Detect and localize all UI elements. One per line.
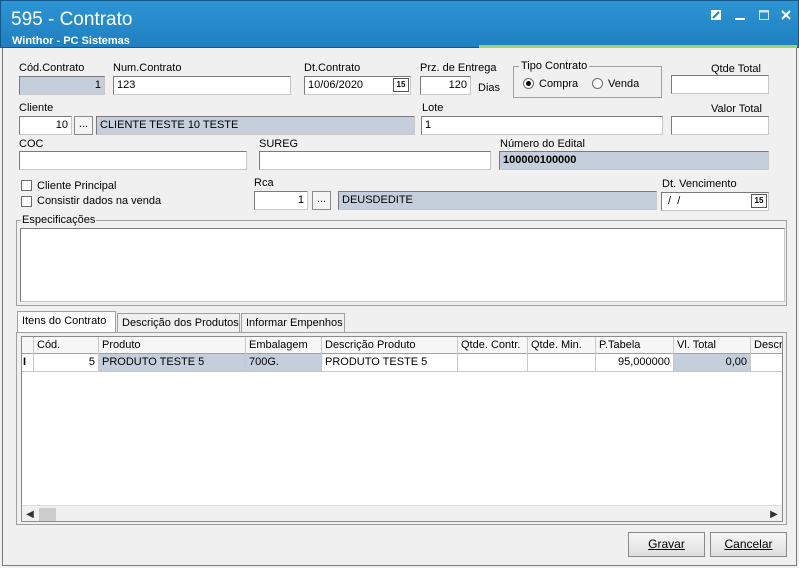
radio-venda-label[interactable]: Venda — [608, 78, 639, 90]
cell-descricao-produto[interactable]: PRODUTO TESTE 5 — [322, 354, 458, 372]
calendar-icon-vencimento[interactable]: 15 — [751, 194, 767, 208]
dt-contrato-value: 10/06/2020 — [308, 79, 364, 91]
col-qtde-contr[interactable]: Qtde. Contr. — [458, 337, 528, 354]
especificacoes-label: Especificações — [21, 214, 97, 226]
grid-header-indicator — [22, 337, 34, 354]
cell-p-tabela[interactable]: 95,000000 — [596, 354, 674, 372]
sureg-label: SUREG — [259, 138, 299, 150]
cell-qtde-contr[interactable] — [458, 354, 528, 372]
col-cod[interactable]: Cód. — [34, 337, 99, 354]
valor-total-field[interactable] — [671, 116, 769, 135]
radio-venda[interactable] — [592, 78, 603, 89]
cliente-principal-label[interactable]: Cliente Principal — [37, 180, 116, 192]
cod-contrato-label: Cód.Contrato — [19, 62, 85, 74]
window-title: 595 - Contrato — [11, 9, 133, 30]
col-descricao-produto[interactable]: Descrição Produto — [322, 337, 458, 354]
tab-descricao-dos-produtos[interactable]: Descrição dos Produtos — [117, 313, 240, 333]
scroll-left-icon[interactable]: ◀ — [24, 509, 36, 520]
cliente-label: Cliente — [19, 102, 54, 114]
lote-label: Lote — [422, 102, 444, 114]
prz-entrega-unit: Dias — [478, 82, 501, 94]
items-grid[interactable]: Cód. Produto Embalagem Descrição Produto… — [21, 336, 783, 522]
dt-vencimento-label: Dt. Vencimento — [662, 178, 737, 190]
qtde-total-field[interactable] — [671, 75, 769, 94]
col-qtde-min[interactable]: Qtde. Min. — [528, 337, 596, 354]
calendar-icon[interactable]: 15 — [393, 78, 409, 92]
num-contrato-field[interactable]: 123 — [113, 76, 291, 95]
col-produto[interactable]: Produto — [99, 337, 246, 354]
num-contrato-label: Num.Contrato — [113, 62, 182, 74]
tipo-contrato-label: Tipo Contrato — [519, 60, 590, 72]
cancelar-label: Cancelar — [724, 537, 773, 551]
sureg-field[interactable] — [259, 151, 491, 170]
col-embalagem[interactable]: Embalagem — [246, 337, 322, 354]
cliente-code-field[interactable]: 10 — [19, 116, 72, 135]
restore-icon[interactable] — [705, 7, 727, 25]
maximize-icon[interactable] — [753, 7, 775, 25]
title-bar: 595 - Contrato Winthor - PC Sistemas — [0, 0, 799, 48]
scrollbar-thumb[interactable] — [39, 508, 56, 521]
gravar-label: Gravar — [648, 537, 685, 551]
numero-edital-field[interactable]: 100000100000 — [499, 151, 769, 170]
especificacoes-textarea[interactable] — [20, 228, 785, 302]
cliente-name-field: CLIENTE TESTE 10 TESTE — [96, 116, 415, 135]
row-indicator: I — [22, 354, 34, 372]
cliente-principal-checkbox[interactable] — [21, 180, 32, 191]
grid-header: Cód. Produto Embalagem Descrição Produto… — [22, 337, 782, 354]
consistir-label[interactable]: Consistir dados na venda — [37, 195, 161, 207]
window-subtitle: Winthor - PC Sistemas — [12, 35, 130, 47]
col-vl-total[interactable]: Vl. Total — [674, 337, 751, 354]
prz-entrega-label: Prz. de Entrega — [420, 62, 497, 74]
col-p-tabela[interactable]: P.Tabela — [596, 337, 674, 354]
numero-edital-label: Número do Edital — [500, 138, 585, 150]
minimize-icon[interactable] — [729, 7, 751, 25]
coc-label: COC — [19, 138, 44, 150]
cod-contrato-field[interactable]: 1 — [19, 76, 105, 95]
cell-embalagem[interactable]: 700G. — [246, 354, 322, 372]
cancelar-button[interactable]: Cancelar — [710, 532, 787, 557]
qtde-total-label: Qtde Total — [711, 63, 761, 75]
tab-itens-do-contrato[interactable]: Itens do Contrato — [17, 311, 116, 333]
tab-informar-empenhos[interactable]: Informar Empenhos — [241, 313, 345, 333]
cliente-search-button[interactable]: ... — [74, 116, 93, 135]
cell-produto[interactable]: PRODUTO TESTE 5 — [99, 354, 246, 372]
consistir-checkbox[interactable] — [21, 196, 32, 207]
cell-vl-total[interactable]: 0,00 — [674, 354, 751, 372]
col-descricao[interactable]: Descri — [751, 337, 782, 354]
cell-cod[interactable]: 5 — [34, 354, 99, 372]
close-icon[interactable] — [775, 7, 797, 25]
dt-contrato-label: Dt.Contrato — [304, 62, 361, 74]
gravar-button[interactable]: Gravar — [628, 532, 705, 557]
valor-total-label: Valor Total — [711, 103, 762, 115]
prz-entrega-field[interactable]: 120 — [420, 76, 471, 95]
dt-vencimento-value: / / — [665, 195, 681, 207]
lote-field[interactable]: 1 — [421, 116, 663, 135]
radio-compra-label[interactable]: Compra — [539, 78, 578, 90]
scroll-right-icon[interactable]: ▶ — [768, 509, 780, 520]
horizontal-scrollbar[interactable]: ◀ ▶ — [22, 505, 782, 521]
cell-descricao[interactable] — [751, 354, 782, 372]
rca-label: Rca — [254, 177, 274, 189]
table-row[interactable]: I 5 PRODUTO TESTE 5 700G. PRODUTO TESTE … — [22, 354, 782, 372]
rca-name-field: DEUSDEDITE — [338, 191, 657, 210]
rca-code-field[interactable]: 1 — [254, 191, 308, 210]
rca-search-button[interactable]: ... — [312, 191, 331, 210]
coc-field[interactable] — [19, 151, 247, 170]
radio-compra[interactable] — [523, 78, 534, 89]
cell-qtde-min[interactable] — [528, 354, 596, 372]
